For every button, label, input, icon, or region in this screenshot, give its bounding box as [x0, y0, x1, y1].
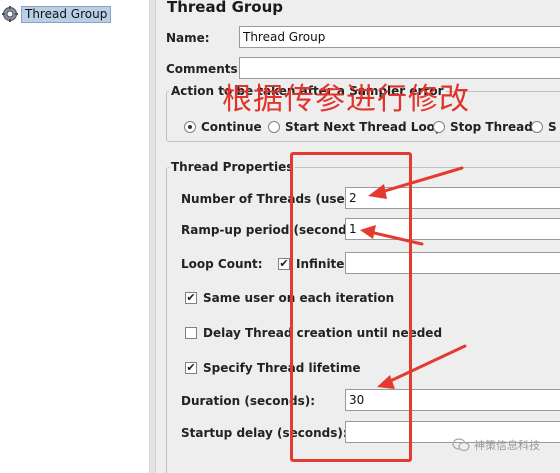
panel-title: Thread Group	[167, 0, 283, 16]
checkbox-checked-icon: ✔	[185, 291, 197, 304]
radio-selected-icon	[184, 121, 196, 133]
annotation-note: 根据传参进行修改	[222, 82, 470, 117]
radio-continue[interactable]: Continue	[184, 120, 262, 134]
tree-item-thread-group[interactable]: Thread Group	[2, 5, 112, 23]
checkbox-checked-icon: ✔	[185, 361, 197, 374]
name-label: Name:	[166, 31, 210, 45]
wechat-icon	[452, 438, 470, 452]
checkbox-unchecked-icon	[185, 327, 197, 339]
annotation-highlight-box	[290, 152, 412, 462]
radio-unselected-icon	[268, 121, 280, 133]
thread-properties-legend: Thread Properties	[171, 160, 294, 174]
radio-stop-thread-label: Stop Thread	[450, 120, 533, 134]
radio-stop-test-label: S	[548, 120, 557, 134]
radio-stop-thread[interactable]: Stop Thread	[433, 120, 533, 134]
checkbox-checked-icon: ✔	[278, 257, 290, 270]
radio-stop-test[interactable]: S	[531, 120, 557, 134]
tree-item-label[interactable]: Thread Group	[21, 5, 112, 23]
radio-continue-label: Continue	[201, 120, 262, 134]
watermark: 神策信息科技	[452, 437, 540, 453]
radio-unselected-icon	[433, 121, 445, 133]
loop-count-label: Loop Count:	[181, 257, 263, 271]
radio-start-next-loop-label: Start Next Thread Loop	[285, 120, 444, 134]
watermark-text: 神策信息科技	[474, 439, 540, 452]
radio-unselected-icon	[531, 121, 543, 133]
name-input[interactable]: Thread Group	[239, 26, 560, 48]
panel-splitter[interactable]	[150, 0, 156, 473]
thread-group-gear-icon	[2, 6, 18, 22]
test-plan-tree: Thread Group	[0, 0, 150, 473]
radio-start-next-loop[interactable]: Start Next Thread Loop	[268, 120, 444, 134]
